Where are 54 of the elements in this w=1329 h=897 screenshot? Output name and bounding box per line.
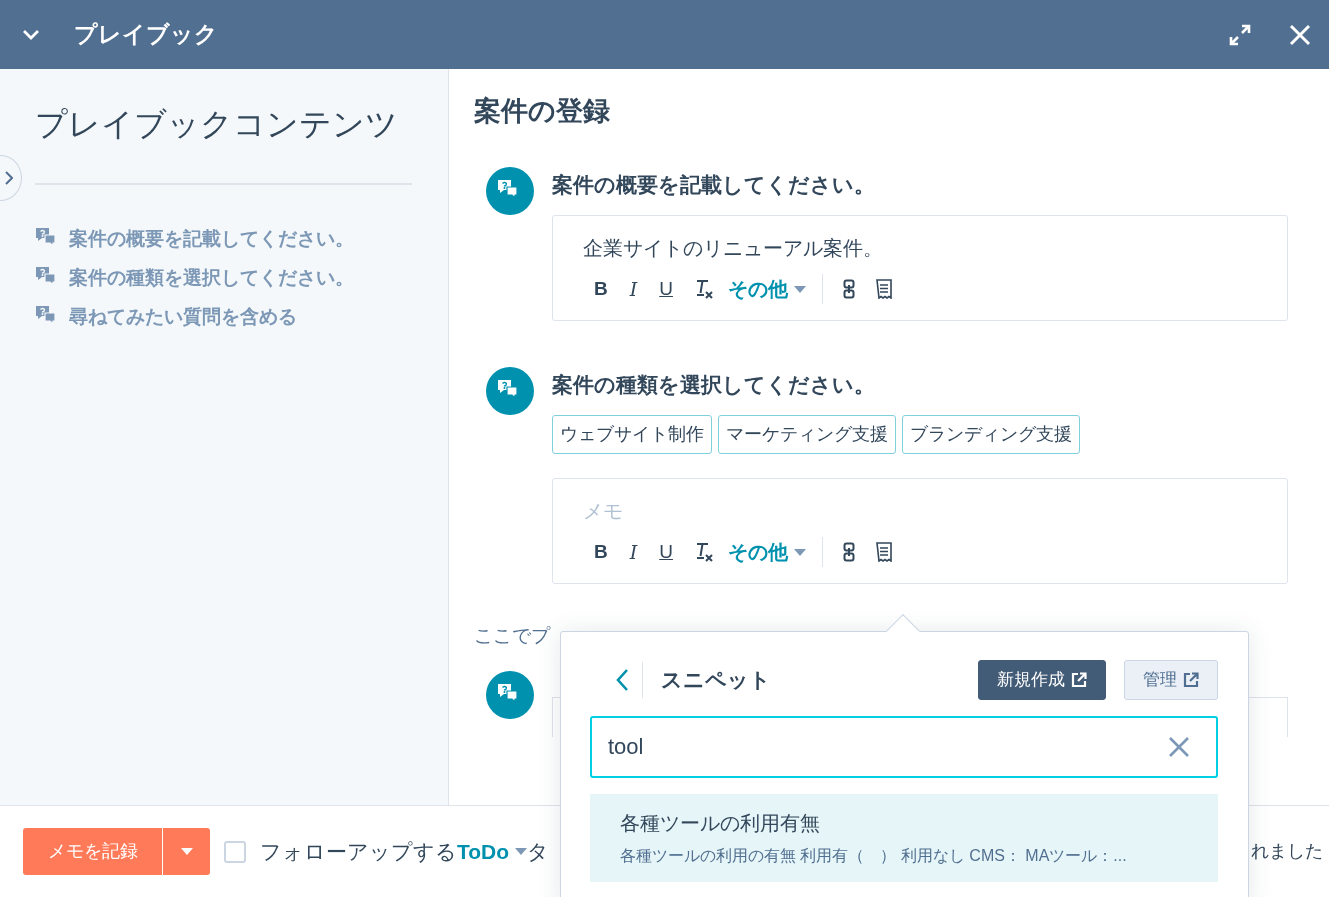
caret-icon: [794, 548, 806, 556]
italic-button[interactable]: I: [618, 538, 649, 567]
search-field[interactable]: tool: [590, 715, 1218, 778]
option-chip[interactable]: ブランディング支援: [902, 415, 1080, 455]
description-text: ここでプ: [474, 624, 550, 649]
question-icon: [486, 167, 534, 216]
result-title: 各種ツールの利用有無: [620, 810, 821, 836]
window-title: プレイブック: [74, 20, 219, 49]
editor-placeholder: メモ: [583, 499, 624, 525]
external-link-icon: [1183, 671, 1199, 688]
more-dropdown[interactable]: その他: [724, 537, 810, 568]
rich-text-editor[interactable]: メモ B I U その他: [552, 478, 1288, 585]
collapse-chevron-icon[interactable]: [22, 28, 40, 41]
popover-title: スニペット: [661, 667, 772, 693]
checkbox[interactable]: [224, 840, 246, 863]
link-icon[interactable]: [843, 542, 855, 563]
more-dropdown[interactable]: その他: [724, 274, 810, 305]
create-button[interactable]: 新規作成: [978, 660, 1106, 700]
question-title: 案件の概要を記載してください。: [552, 172, 876, 199]
question-icon: [486, 670, 534, 719]
chevron-left-icon: [616, 668, 628, 691]
todo-link[interactable]: ToDo: [457, 835, 528, 868]
clear-format-icon[interactable]: [694, 278, 714, 301]
bold-button[interactable]: B: [583, 538, 619, 567]
underline-button[interactable]: U: [648, 538, 684, 567]
snippet-icon[interactable]: [875, 279, 893, 300]
clear-format-icon[interactable]: [694, 541, 714, 564]
status-text: れました: [1251, 840, 1323, 863]
caret-icon: [180, 848, 193, 855]
caret-icon: [515, 848, 528, 855]
italic-button[interactable]: I: [618, 275, 649, 304]
rich-text-editor[interactable]: 企業サイトのリニューアル案件。 B I U その他: [552, 215, 1288, 322]
question-icon: [486, 367, 534, 416]
question-title: 案件の種類を選択してください。: [552, 372, 876, 399]
followup-label: フォローアップする: [260, 838, 457, 865]
result-preview: 各種ツールの利用の有無 利用有（ ） 利用なし CMS： MAツール：...: [620, 845, 1128, 866]
snippet-icon[interactable]: [875, 542, 893, 563]
editor-text: 企業サイトのリニューアル案件。: [583, 236, 884, 262]
underline-button[interactable]: U: [648, 275, 684, 304]
snippet-result[interactable]: 各種ツールの利用有無 各種ツールの利用の有無 利用有（ ） 利用なし CMS： MAツール：...: [590, 793, 1218, 882]
option-chip[interactable]: マーケティング支援: [718, 415, 896, 455]
clear-icon[interactable]: [1168, 735, 1190, 758]
caret-icon: [794, 285, 806, 293]
section-title: 案件の登録: [474, 95, 611, 128]
sidebar-title: プレイブックコンテンツ: [35, 105, 399, 144]
close-icon[interactable]: [1289, 23, 1311, 46]
link-icon[interactable]: [843, 279, 855, 300]
task-text: タ: [527, 838, 550, 865]
external-link-icon: [1071, 671, 1087, 688]
option-chip[interactable]: ウェブサイト制作: [552, 415, 712, 455]
bold-button[interactable]: B: [583, 275, 619, 304]
chevron-right-icon: [5, 171, 13, 185]
manage-button[interactable]: 管理: [1124, 660, 1218, 700]
expand-icon[interactable]: [1229, 23, 1251, 46]
